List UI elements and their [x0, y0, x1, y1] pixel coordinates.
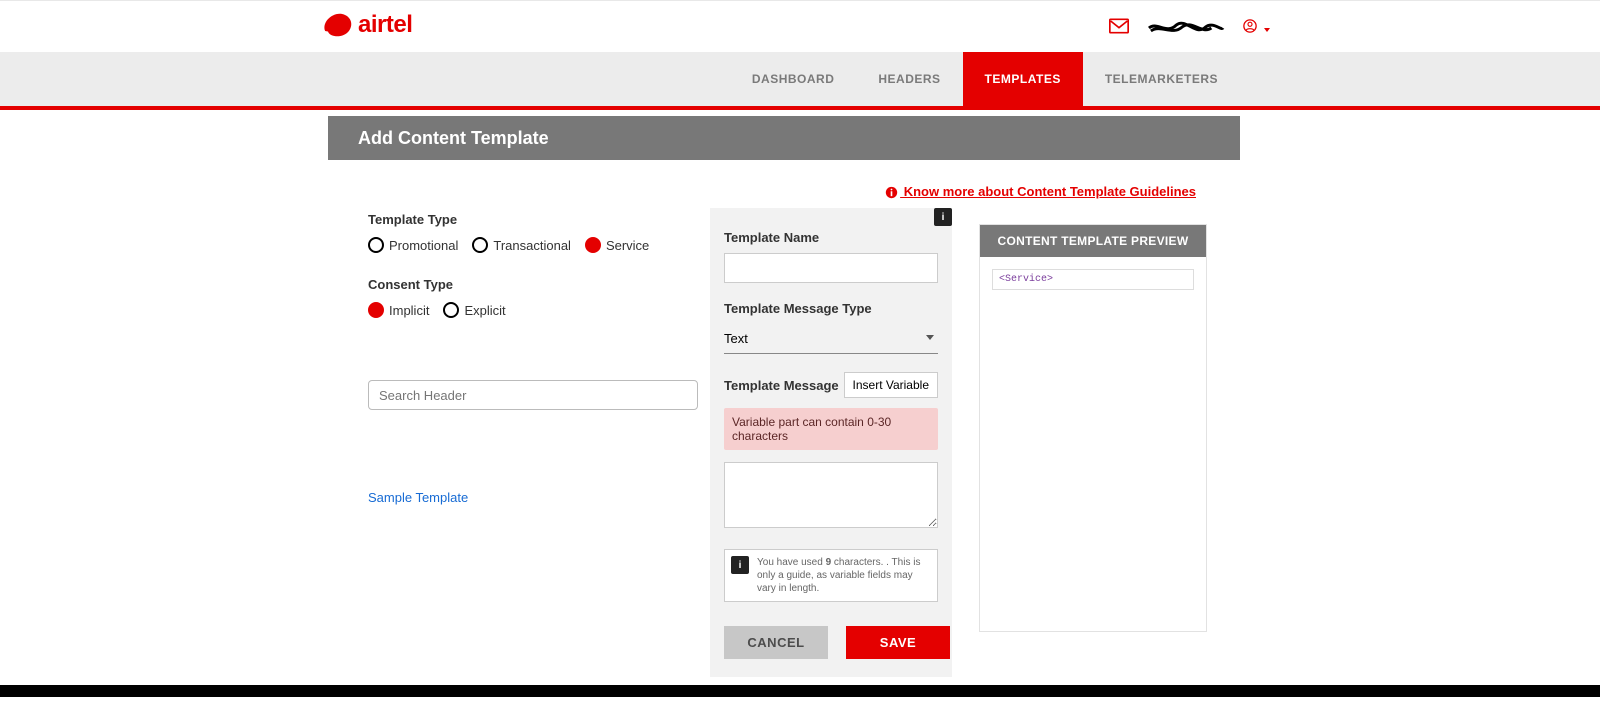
- search-header-input[interactable]: [368, 380, 698, 410]
- radio-icon: [368, 237, 384, 253]
- chevron-down-icon: [926, 335, 934, 340]
- page-title: Add Content Template: [358, 128, 549, 149]
- template-message-type-select[interactable]: [724, 324, 938, 354]
- nav-dashboard[interactable]: DASHBOARD: [730, 52, 857, 106]
- info-badge-icon[interactable]: i: [934, 208, 952, 226]
- template-name-input[interactable]: [724, 253, 938, 283]
- nav-headers[interactable]: HEADERS: [856, 52, 962, 106]
- user-icon: [1243, 21, 1261, 36]
- airtel-swirl-icon: [320, 10, 354, 40]
- content-header: Add Content Template: [328, 116, 1240, 160]
- radio-implicit[interactable]: Implicit: [368, 302, 429, 318]
- info-icon: i: [731, 556, 749, 574]
- radio-icon: [443, 302, 459, 318]
- radio-icon: [472, 237, 488, 253]
- radio-explicit[interactable]: Explicit: [443, 302, 505, 318]
- brand-name: airtel: [358, 11, 412, 39]
- redacted-username: [1147, 19, 1225, 37]
- brand-logo[interactable]: airtel: [320, 10, 412, 40]
- preview-title: CONTENT TEMPLATE PREVIEW: [980, 225, 1206, 257]
- radio-icon: [585, 237, 601, 253]
- consent-type-label: Consent Type: [368, 277, 698, 292]
- nav-telemarketers[interactable]: TELEMARKETERS: [1083, 52, 1240, 106]
- template-name-label: Template Name: [724, 230, 938, 245]
- radio-service[interactable]: Service: [585, 237, 649, 253]
- radio-transactional[interactable]: Transactional: [472, 237, 571, 253]
- nav-templates[interactable]: TEMPLATES: [963, 52, 1083, 106]
- template-message-type-label: Template Message Type: [724, 301, 938, 316]
- user-menu[interactable]: [1243, 19, 1270, 36]
- template-message-textarea[interactable]: [724, 462, 938, 528]
- preview-panel: CONTENT TEMPLATE PREVIEW <Service>: [979, 224, 1207, 632]
- footer-bar: [0, 685, 1600, 697]
- radio-promotional[interactable]: Promotional: [368, 237, 458, 253]
- cancel-button[interactable]: CANCEL: [724, 626, 828, 659]
- know-more-link[interactable]: Know more about Content Template Guideli…: [885, 184, 1196, 199]
- info-icon: [885, 186, 898, 199]
- chevron-down-icon: [1264, 28, 1270, 32]
- mail-icon[interactable]: [1109, 18, 1129, 37]
- preview-content: <Service>: [992, 269, 1194, 290]
- sample-template-link[interactable]: Sample Template: [368, 490, 468, 505]
- template-type-label: Template Type: [368, 212, 698, 227]
- char-count-note: i You have used 9 characters. . This is …: [724, 549, 938, 602]
- template-message-label: Template Message: [724, 378, 839, 393]
- radio-icon: [368, 302, 384, 318]
- save-button[interactable]: SAVE: [846, 626, 950, 659]
- variable-note: Variable part can contain 0-30 character…: [724, 408, 938, 450]
- insert-variable-button[interactable]: Insert Variable: [844, 372, 938, 398]
- main-nav: DASHBOARD HEADERS TEMPLATES TELEMARKETER…: [0, 52, 1600, 110]
